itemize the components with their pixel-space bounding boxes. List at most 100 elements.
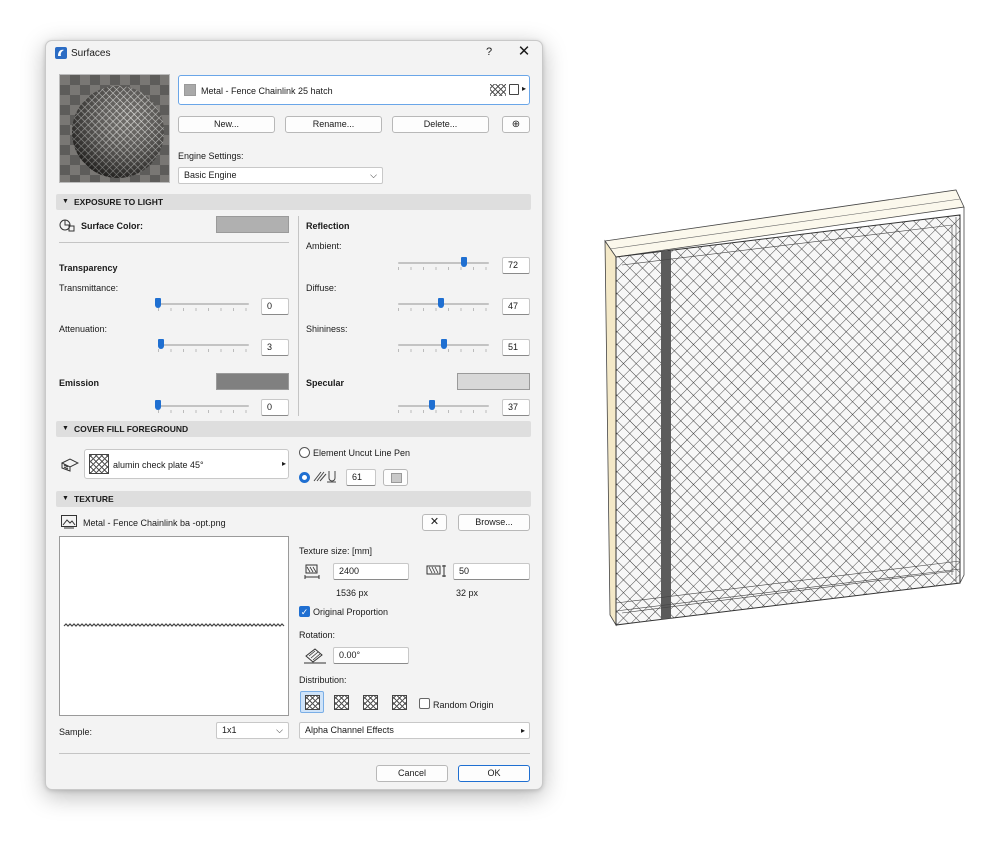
original-proportion-label: Original Proportion (313, 607, 389, 617)
diffuse-label: Diffuse: (306, 283, 337, 293)
specular-label: Specular (306, 378, 345, 388)
slider-track (158, 303, 249, 305)
engine-settings-label: Engine Settings: (178, 151, 244, 161)
attenuation-label: Attenuation: (59, 324, 108, 334)
shininess-label: Shininess: (306, 324, 348, 334)
slider-thumb[interactable] (157, 339, 164, 349)
collapse-triangle-icon: ▼ (62, 425, 69, 432)
surface-name: Metal - Fence Chainlink 25 hatch (201, 86, 333, 96)
exposure-header: EXPOSURE TO LIGHT (74, 197, 164, 207)
distribution-label: Distribution: (299, 675, 347, 685)
diffuse-slider[interactable] (398, 298, 489, 311)
custom-pen-radio[interactable] (299, 472, 310, 483)
slider-ticks (398, 267, 489, 270)
surface-color-icon (59, 218, 75, 232)
ambient-slider[interactable] (398, 257, 489, 270)
delete-button[interactable]: Delete... (392, 116, 489, 133)
engine-dropdown[interactable]: Basic Engine ⌵ (178, 167, 383, 184)
expand-arrow-icon: ▸ (522, 84, 527, 93)
help-button[interactable]: ? (482, 46, 496, 58)
divider (59, 242, 289, 243)
slider-ticks (158, 410, 249, 413)
sample-label: Sample: (59, 727, 93, 737)
original-proportion-checkbox[interactable]: ✓ (299, 606, 310, 617)
transmittance-slider[interactable] (155, 298, 249, 311)
texture-height-px: 32 px (456, 588, 479, 598)
sample-value: 1x1 (222, 725, 237, 735)
engine-value: Basic Engine (184, 170, 237, 180)
new-button[interactable]: New... (178, 116, 275, 133)
specular-color-swatch[interactable] (457, 373, 530, 390)
distribution-mirror-x-icon (334, 695, 349, 710)
texture-header: TEXTURE (74, 494, 114, 504)
fill-selector[interactable]: alumin check plate 45° ▸ (84, 449, 289, 479)
distribution-option-4[interactable] (387, 691, 411, 713)
emission-slider[interactable] (155, 400, 249, 413)
slider-thumb[interactable] (460, 257, 467, 267)
specular-slider[interactable] (398, 400, 489, 413)
diffuse-input[interactable]: 47 (502, 298, 530, 315)
distribution-option-1[interactable] (300, 691, 324, 713)
section-texture[interactable]: ▼ TEXTURE (56, 491, 531, 507)
surfaces-dialog: Surfaces ? ✕ Metal - Fence Chainlink 25 … (45, 40, 543, 790)
close-button[interactable]: ✕ (517, 44, 531, 60)
slider-track (158, 344, 249, 346)
surface-color-swatch[interactable] (216, 216, 289, 233)
transmittance-input[interactable]: 0 (261, 298, 289, 315)
specular-input[interactable]: 37 (502, 399, 530, 416)
app-icon (55, 47, 67, 59)
column-divider (298, 216, 299, 416)
shininess-input[interactable]: 51 (502, 339, 530, 356)
surface-selector[interactable]: Metal - Fence Chainlink 25 hatch ▸ (178, 75, 530, 105)
cover-fill-icon (60, 458, 80, 472)
footer-divider (59, 753, 530, 754)
cancel-button[interactable]: Cancel (376, 765, 448, 782)
collapse-triangle-icon: ▼ (62, 495, 69, 502)
hatch-icon (490, 84, 506, 96)
pen-color-swatch (391, 473, 402, 483)
slider-thumb[interactable] (155, 400, 161, 410)
sample-dropdown[interactable]: 1x1 ⌵ (216, 722, 289, 739)
transparency-label: Transparency (59, 263, 118, 273)
slider-thumb[interactable] (437, 298, 444, 308)
rename-button[interactable]: Rename... (285, 116, 382, 133)
element-pen-radio[interactable] (299, 447, 310, 458)
fill-name: alumin check plate 45° (113, 460, 204, 470)
distribution-option-3[interactable] (358, 691, 382, 713)
expand-arrow-icon: ▸ (282, 459, 287, 468)
slider-ticks (398, 349, 489, 352)
shininess-slider[interactable] (398, 339, 489, 352)
distribution-grid-icon (305, 695, 320, 710)
texture-width-input[interactable]: 2400 (333, 563, 409, 580)
rotation-label: Rotation: (299, 630, 336, 640)
pen-number-input[interactable]: 61 (346, 469, 376, 486)
texture-size-label: Texture size: [mm] (299, 546, 373, 556)
pen-color-button[interactable] (383, 469, 408, 486)
browse-button[interactable]: Browse... (458, 514, 530, 531)
emission-input[interactable]: 0 (261, 399, 289, 416)
texture-height-input[interactable]: 50 (453, 563, 530, 580)
texture-preview (59, 536, 289, 716)
slider-thumb[interactable] (155, 298, 161, 308)
attenuation-input[interactable]: 3 (261, 339, 289, 356)
texture-icon (509, 84, 519, 95)
rotation-icon (303, 646, 327, 664)
alpha-channel-effects-button[interactable]: Alpha Channel Effects ▸ (299, 722, 530, 739)
expand-arrow-icon: ▸ (520, 726, 525, 735)
slider-thumb[interactable] (441, 339, 448, 349)
rotation-input[interactable]: 0.00° (333, 647, 409, 664)
globe-button[interactable]: ⊕ (502, 116, 530, 133)
emission-color-swatch[interactable] (216, 373, 289, 390)
ok-button[interactable]: OK (458, 765, 530, 782)
slider-thumb[interactable] (428, 400, 435, 410)
ambient-input[interactable]: 72 (502, 257, 530, 274)
distribution-option-2[interactable] (329, 691, 353, 713)
distribution-mirror-y-icon (363, 695, 378, 710)
texture-width-icon (304, 564, 320, 580)
random-origin-checkbox[interactable] (419, 698, 430, 709)
attenuation-slider[interactable] (157, 339, 249, 352)
section-exposure-to-light[interactable]: ▼ EXPOSURE TO LIGHT (56, 194, 531, 210)
section-cover-fill[interactable]: ▼ COVER FILL FOREGROUND (56, 421, 531, 437)
remove-texture-button[interactable]: ✕ (422, 514, 447, 531)
title-bar[interactable] (46, 41, 542, 67)
